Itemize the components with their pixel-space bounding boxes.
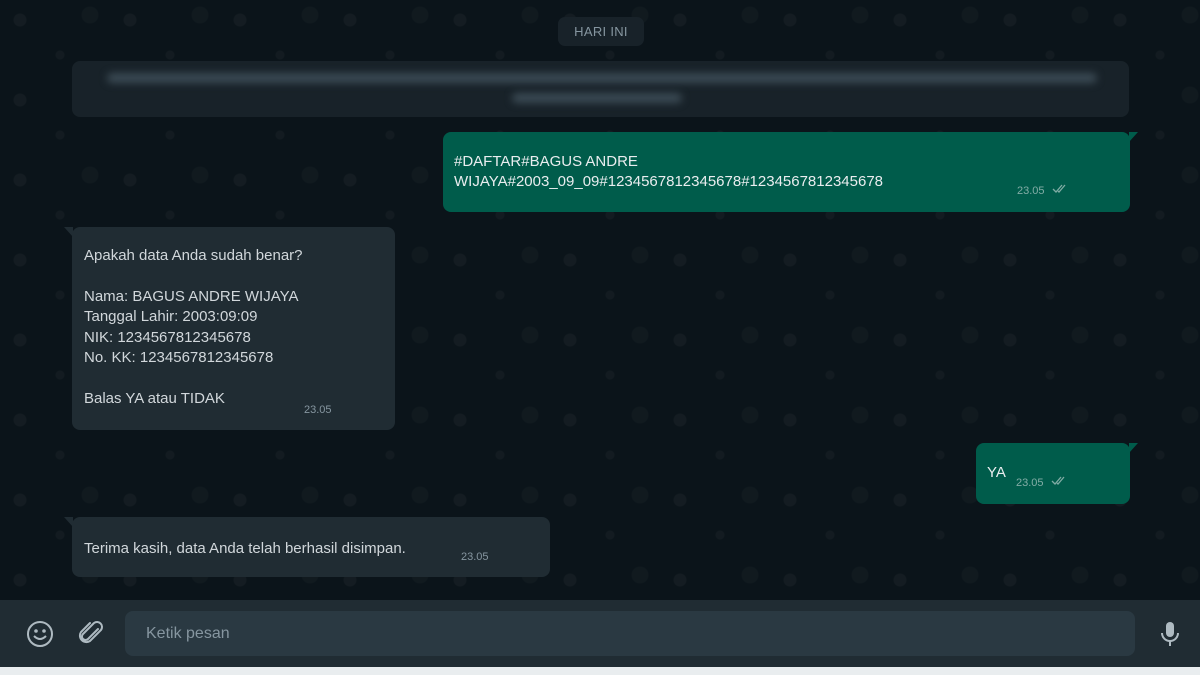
message-text: Terima kasih, data Anda telah berhasil d… bbox=[84, 540, 406, 557]
composer-bar bbox=[0, 600, 1200, 667]
message-time: 23.05 bbox=[461, 551, 489, 563]
message-text: #DAFTAR#BAGUS ANDRE WIJAYA#2003_09_09#12… bbox=[454, 153, 884, 191]
microphone-icon[interactable] bbox=[1155, 619, 1185, 649]
date-chip: HARI INI bbox=[558, 17, 644, 46]
message-time: 23.05 bbox=[1016, 477, 1044, 490]
message-input[interactable] bbox=[125, 611, 1135, 656]
message-text: Apakah data Anda sudah benar? Nama: BAGU… bbox=[84, 247, 303, 407]
double-check-icon bbox=[1051, 473, 1067, 493]
bottom-strip bbox=[0, 667, 1200, 675]
message-bubble-outgoing[interactable]: #DAFTAR#BAGUS ANDRE WIJAYA#2003_09_09#12… bbox=[443, 132, 1138, 212]
emoji-icon[interactable] bbox=[24, 619, 56, 649]
chat-area[interactable]: HARI INI #DAFTAR#BAGUS ANDRE WIJAYA#2003… bbox=[0, 0, 1200, 600]
double-check-icon bbox=[1052, 181, 1068, 201]
bubble-tail bbox=[1129, 443, 1138, 453]
bubble-tail bbox=[64, 227, 73, 237]
message-meta: 23.05 bbox=[1017, 181, 1068, 202]
message-bubble-incoming[interactable]: Terima kasih, data Anda telah berhasil d… bbox=[64, 517, 550, 577]
message-bubble-outgoing[interactable]: YA 23.05 bbox=[976, 443, 1138, 504]
bubble-tail bbox=[64, 517, 73, 527]
message-bubble-incoming[interactable]: Apakah data Anda sudah benar? Nama: BAGU… bbox=[64, 227, 395, 430]
message-text: YA bbox=[987, 464, 1006, 481]
message-time: 23.05 bbox=[304, 404, 332, 416]
system-message-blurred bbox=[72, 61, 1129, 117]
message-meta: 23.05 bbox=[1016, 473, 1067, 494]
bubble-tail bbox=[1129, 132, 1138, 142]
message-time: 23.05 bbox=[1017, 185, 1045, 198]
attach-icon[interactable] bbox=[76, 619, 106, 649]
